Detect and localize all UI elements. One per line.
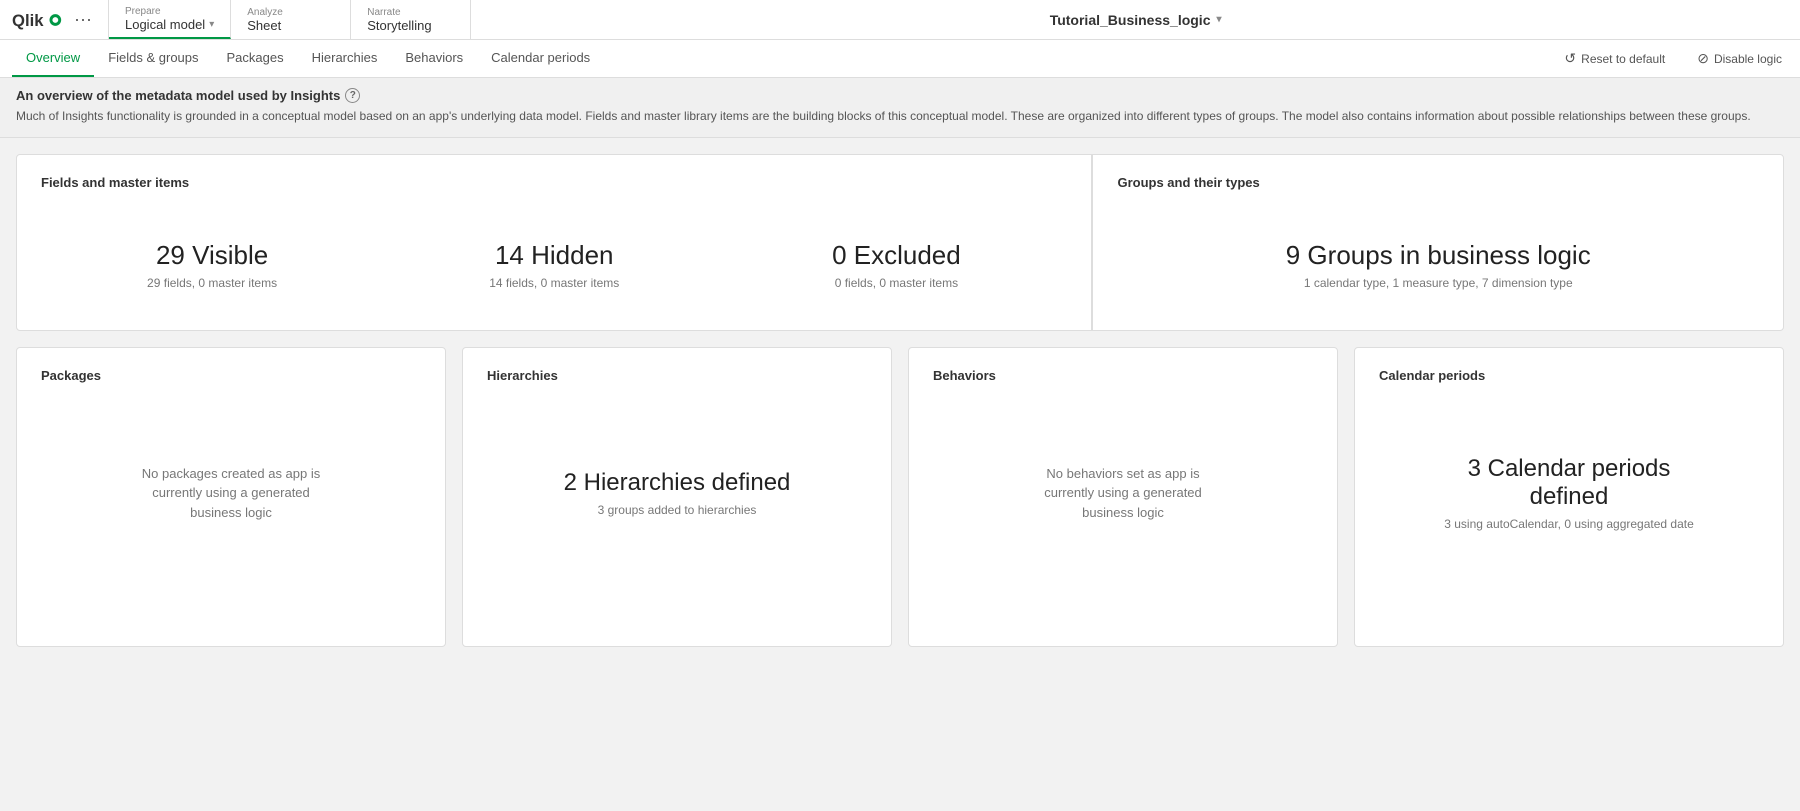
bottom-cards-row: Packages No packages created as app is c… [16,347,1784,647]
tabs-bar: Overview Fields & groups Packages Hierar… [0,40,1800,78]
tab-overview[interactable]: Overview [12,40,94,77]
groups-stats-row: 9 Groups in business logic 1 calendar ty… [1117,220,1759,310]
prepare-section[interactable]: Prepare Logical model ▾ [109,0,231,39]
reset-to-default-button[interactable]: ↺ Reset to default [1558,46,1671,71]
groups-card-title: Groups and their types [1117,175,1759,190]
narrate-name: Storytelling [367,18,454,33]
stat-visible-value: 29 Visible [156,240,268,271]
help-icon[interactable]: ? [345,88,360,103]
disable-logic-button[interactable]: ⊘ Disable logic [1691,46,1788,71]
fields-stats-row: 29 Visible 29 fields, 0 master items 14 … [41,220,1067,310]
narrate-label: Narrate [367,7,454,18]
tab-packages[interactable]: Packages [213,40,298,77]
groups-card: Groups and their types 9 Groups in busin… [1092,155,1783,330]
analyze-section[interactable]: Analyze Sheet [231,0,351,39]
qlik-logo[interactable]: Qlik [12,9,62,31]
stat-groups-label: 1 calendar type, 1 measure type, 7 dimen… [1304,276,1573,290]
calendar-periods-card-value: 3 Calendar periodsdefined [1468,455,1671,511]
hierarchies-card-content: 2 Hierarchies defined 3 groups added to … [487,413,867,573]
stat-hidden: 14 Hidden 14 fields, 0 master items [383,220,725,310]
stat-excluded: 0 Excluded 0 fields, 0 master items [725,220,1067,310]
behaviors-card: Behaviors No behaviors set as app is cur… [908,347,1338,647]
app-title-area: Tutorial_Business_logic ▾ [471,0,1800,39]
analyze-label: Analyze [247,7,334,18]
packages-card: Packages No packages created as app is c… [16,347,446,647]
packages-card-text: No packages created as app is currently … [131,464,331,523]
top-card-row: Fields and master items 29 Visible 29 fi… [16,154,1784,331]
more-options-button[interactable]: ··· [70,9,96,30]
logo-area: Qlik ··· [0,0,109,39]
hierarchies-card: Hierarchies 2 Hierarchies defined 3 grou… [462,347,892,647]
prepare-name: Logical model ▾ [125,17,214,32]
tab-calendar-periods[interactable]: Calendar periods [477,40,604,77]
disable-icon: ⊘ [1697,50,1709,67]
fields-card: Fields and master items 29 Visible 29 fi… [17,155,1092,330]
fields-card-title: Fields and master items [41,175,1067,190]
hierarchies-card-title: Hierarchies [487,368,867,383]
app-title-chevron: ▾ [1216,14,1221,25]
stat-groups-value: 9 Groups in business logic [1286,240,1591,271]
analyze-name: Sheet [247,18,334,33]
main-content: Fields and master items 29 Visible 29 fi… [0,138,1800,663]
packages-card-title: Packages [41,368,421,383]
stat-groups: 9 Groups in business logic 1 calendar ty… [1117,220,1759,310]
behaviors-card-text: No behaviors set as app is currently usi… [1023,464,1223,523]
info-bar-title: An overview of the metadata model used b… [16,88,1784,103]
tab-hierarchies[interactable]: Hierarchies [298,40,392,77]
stat-hidden-value: 14 Hidden [495,240,614,271]
svg-text:Qlik: Qlik [12,10,44,29]
calendar-periods-card-sub: 3 using autoCalendar, 0 using aggregated… [1444,517,1694,531]
tab-fields-groups[interactable]: Fields & groups [94,40,212,77]
narrate-section[interactable]: Narrate Storytelling [351,0,471,39]
top-bar: Qlik ··· Prepare Logical model ▾ Analyze… [0,0,1800,40]
tabs-list: Overview Fields & groups Packages Hierar… [12,40,604,77]
calendar-periods-card-content: 3 Calendar periodsdefined 3 using autoCa… [1379,413,1759,573]
action-buttons: ↺ Reset to default ⊘ Disable logic [1558,46,1788,71]
stat-excluded-label: 0 fields, 0 master items [835,276,958,290]
calendar-periods-card-title: Calendar periods [1379,368,1759,383]
reset-icon: ↺ [1564,50,1576,67]
stat-excluded-value: 0 Excluded [832,240,961,271]
hierarchies-card-sub: 3 groups added to hierarchies [598,503,757,517]
stat-visible-label: 29 fields, 0 master items [147,276,277,290]
prepare-chevron: ▾ [209,19,214,30]
info-bar-text: Much of Insights functionality is ground… [16,107,1784,125]
stat-hidden-label: 14 fields, 0 master items [489,276,619,290]
info-bar: An overview of the metadata model used b… [0,78,1800,138]
packages-card-content: No packages created as app is currently … [41,413,421,573]
tab-behaviors[interactable]: Behaviors [391,40,477,77]
behaviors-card-title: Behaviors [933,368,1313,383]
stat-visible: 29 Visible 29 fields, 0 master items [41,220,383,310]
calendar-periods-card: Calendar periods 3 Calendar periodsdefin… [1354,347,1784,647]
hierarchies-card-value: 2 Hierarchies defined [564,469,791,497]
behaviors-card-content: No behaviors set as app is currently usi… [933,413,1313,573]
app-title[interactable]: Tutorial_Business_logic ▾ [1050,12,1222,28]
prepare-label: Prepare [125,6,214,17]
